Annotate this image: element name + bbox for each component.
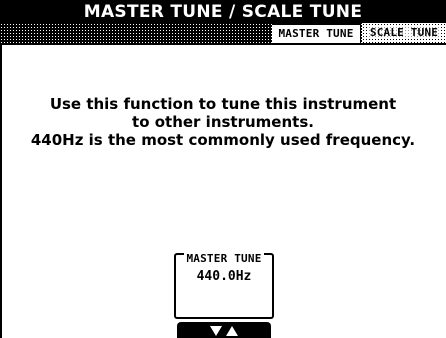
parameter-value: 440.0Hz <box>196 269 252 284</box>
tab-underline <box>0 43 446 45</box>
lcd-screen: MASTER TUNE / SCALE TUNE MASTER TUNE SCA… <box>0 0 446 338</box>
page-title: MASTER TUNE / SCALE TUNE <box>83 2 363 22</box>
title-bar: MASTER TUNE / SCALE TUNE <box>0 0 446 23</box>
triangle-up-icon[interactable] <box>226 326 238 336</box>
help-message-line: to other instruments. <box>132 113 314 131</box>
tab-master-tune[interactable]: MASTER TUNE <box>272 23 360 43</box>
help-message-line: 440Hz is the most commonly used frequenc… <box>30 131 416 149</box>
tab-scale-tune-label: SCALE TUNE <box>368 26 440 39</box>
screen-left-border <box>0 0 2 338</box>
help-message: Use this function to tune this instrumen… <box>0 95 446 149</box>
triangle-down-icon[interactable] <box>210 326 222 336</box>
parameter-label: MASTER TUNE <box>176 247 272 266</box>
help-message-line: Use this function to tune this instrumen… <box>49 95 397 113</box>
parameter-label-text: MASTER TUNE <box>184 252 264 265</box>
tab-master-tune-label: MASTER TUNE <box>278 27 354 40</box>
master-tune-parameter: MASTER TUNE 440.0Hz <box>174 252 274 319</box>
value-adjust-button[interactable] <box>177 322 271 338</box>
tab-bar: MASTER TUNE SCALE TUNE <box>0 23 446 43</box>
tab-scale-tune[interactable]: SCALE TUNE <box>362 23 446 43</box>
